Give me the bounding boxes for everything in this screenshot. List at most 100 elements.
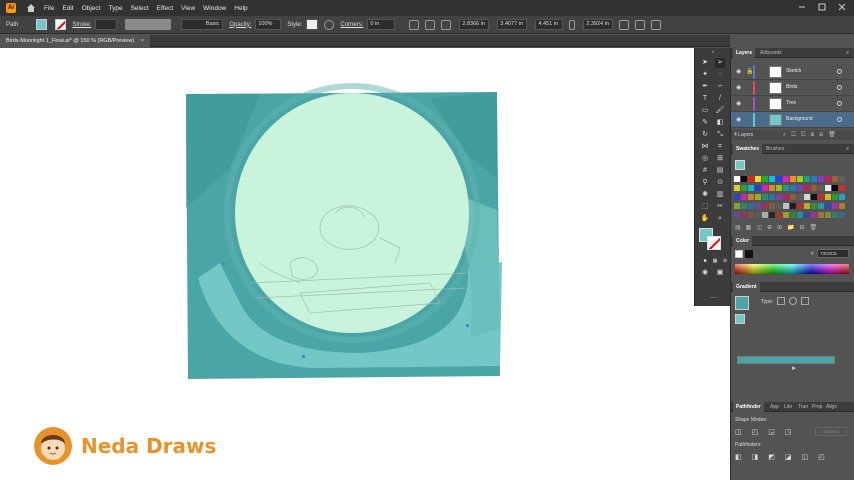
swatch[interactable] — [783, 203, 789, 209]
linear-gradient-icon[interactable] — [777, 297, 785, 305]
minimize-icon[interactable] — [798, 3, 806, 11]
pencil-tool-icon[interactable]: ✎ — [700, 118, 710, 128]
lasso-tool-icon[interactable]: ◌ — [715, 70, 725, 80]
swatch[interactable] — [755, 194, 761, 200]
swatch[interactable] — [804, 185, 810, 191]
tab-swatches[interactable]: Swatches — [733, 144, 763, 154]
swatch[interactable] — [783, 212, 789, 218]
slice-tool-icon[interactable]: ✂ — [715, 202, 725, 212]
swatch[interactable] — [748, 194, 754, 200]
swatch[interactable] — [769, 212, 775, 218]
tab-appearance[interactable]: App — [767, 402, 782, 412]
swatch[interactable] — [790, 176, 796, 182]
swatches-footer-icons[interactable]: ▤▦◫⊕⊞📁⊟🗑 — [731, 224, 854, 234]
color-mode-icon[interactable]: ■ — [700, 256, 710, 266]
tab-brushes[interactable]: Brushes — [763, 144, 787, 154]
swatch[interactable] — [839, 176, 845, 182]
menu-window[interactable]: Window — [203, 5, 226, 12]
swatch[interactable] — [769, 176, 775, 182]
gradient-slider[interactable] — [737, 356, 835, 364]
transform-icon[interactable] — [441, 19, 452, 30]
close-icon[interactable] — [838, 3, 846, 11]
swatch[interactable] — [741, 185, 747, 191]
brush-definition-dropdown[interactable]: Basic — [181, 19, 224, 30]
pathfinder-buttons[interactable]: ◧◨◩◪◫◰ — [735, 453, 835, 461]
selection-tool-icon[interactable]: ➤ — [700, 58, 710, 68]
swatch[interactable] — [832, 203, 838, 209]
rectangle-tool-icon[interactable]: ▭ — [700, 106, 710, 116]
menu-object[interactable]: Object — [82, 5, 101, 12]
swatch[interactable] — [741, 212, 747, 218]
color-spectrum[interactable] — [735, 264, 849, 274]
swatch[interactable] — [762, 176, 768, 182]
stroke-color-box[interactable] — [707, 236, 721, 250]
layer-row-tree[interactable]: ◉ Tree — [731, 96, 854, 112]
swatch[interactable] — [804, 194, 810, 200]
swatch[interactable] — [804, 203, 810, 209]
swatch[interactable] — [797, 194, 803, 200]
menu-file[interactable]: File — [44, 5, 54, 12]
swatch[interactable] — [797, 203, 803, 209]
magic-wand-tool-icon[interactable]: ✦ — [700, 70, 710, 80]
swatch[interactable] — [734, 176, 740, 182]
swatch[interactable] — [832, 176, 838, 182]
hand-tool-icon[interactable]: ✋ — [700, 214, 710, 224]
swatch[interactable] — [755, 185, 761, 191]
tab-artboards[interactable]: Artboards — [757, 48, 785, 58]
flip-icon[interactable] — [619, 19, 630, 30]
swatch[interactable] — [783, 185, 789, 191]
symbol-sprayer-tool-icon[interactable]: ✺ — [700, 190, 710, 200]
x-field[interactable]: 2.8366 in — [459, 19, 490, 30]
layer-target-icon[interactable] — [837, 85, 842, 90]
swatch[interactable] — [825, 194, 831, 200]
swatch[interactable] — [839, 185, 845, 191]
swatch[interactable] — [797, 212, 803, 218]
menu-help[interactable]: Help — [234, 5, 247, 12]
perspective-grid-tool-icon[interactable]: ⊞ — [715, 154, 725, 164]
swatch[interactable] — [804, 176, 810, 182]
swatch[interactable] — [748, 212, 754, 218]
width-field[interactable]: 4.451 in — [535, 19, 564, 30]
swatch[interactable] — [818, 185, 824, 191]
shape-mode-buttons[interactable]: ◫◰◲◳ — [735, 428, 801, 436]
swatch[interactable] — [790, 203, 796, 209]
direct-selection-tool-icon[interactable]: ➢ — [715, 58, 725, 68]
paintbrush-tool-icon[interactable]: 🖌 — [715, 106, 725, 116]
draw-mode-icon[interactable]: ◉ — [700, 268, 710, 278]
stroke-swatch[interactable] — [55, 19, 67, 30]
isolate-icon[interactable] — [635, 19, 646, 30]
color-black-icon[interactable] — [745, 250, 753, 258]
swatch[interactable] — [748, 185, 754, 191]
eraser-tool-icon[interactable]: ◧ — [715, 118, 725, 128]
opacity-field[interactable]: 100% — [255, 19, 282, 30]
y-field[interactable]: 3.4077 in — [497, 19, 528, 30]
menu-view[interactable]: View — [181, 5, 195, 12]
scale-tool-icon[interactable]: ⤡ — [715, 130, 725, 140]
height-field[interactable]: 2.3924 in — [583, 19, 614, 30]
line-tool-icon[interactable]: / — [715, 94, 725, 104]
swatch[interactable] — [748, 176, 754, 182]
swatch[interactable] — [776, 176, 782, 182]
swatch[interactable] — [776, 212, 782, 218]
swatch[interactable] — [734, 194, 740, 200]
menu-edit[interactable]: Edit — [62, 5, 73, 12]
zoom-tool-icon[interactable]: ⌕ — [715, 214, 725, 224]
swatch[interactable] — [734, 212, 740, 218]
color-none-icon[interactable] — [735, 250, 743, 258]
swatch[interactable] — [797, 185, 803, 191]
artboard-canvas[interactable]: Neda Draws — [0, 48, 730, 480]
free-transform-tool-icon[interactable]: ⌗ — [715, 142, 725, 152]
swatch[interactable] — [818, 212, 824, 218]
swatch[interactable] — [825, 212, 831, 218]
freeform-gradient-icon[interactable] — [801, 297, 809, 305]
swatch[interactable] — [832, 185, 838, 191]
swatch[interactable] — [776, 185, 782, 191]
swatch[interactable] — [755, 176, 761, 182]
recolor-artwork-icon[interactable] — [324, 19, 335, 30]
swatch[interactable] — [825, 176, 831, 182]
swatch[interactable] — [783, 176, 789, 182]
swatch[interactable] — [811, 212, 817, 218]
swatch[interactable] — [734, 185, 740, 191]
swatch[interactable] — [811, 185, 817, 191]
swatch[interactable] — [839, 194, 845, 200]
